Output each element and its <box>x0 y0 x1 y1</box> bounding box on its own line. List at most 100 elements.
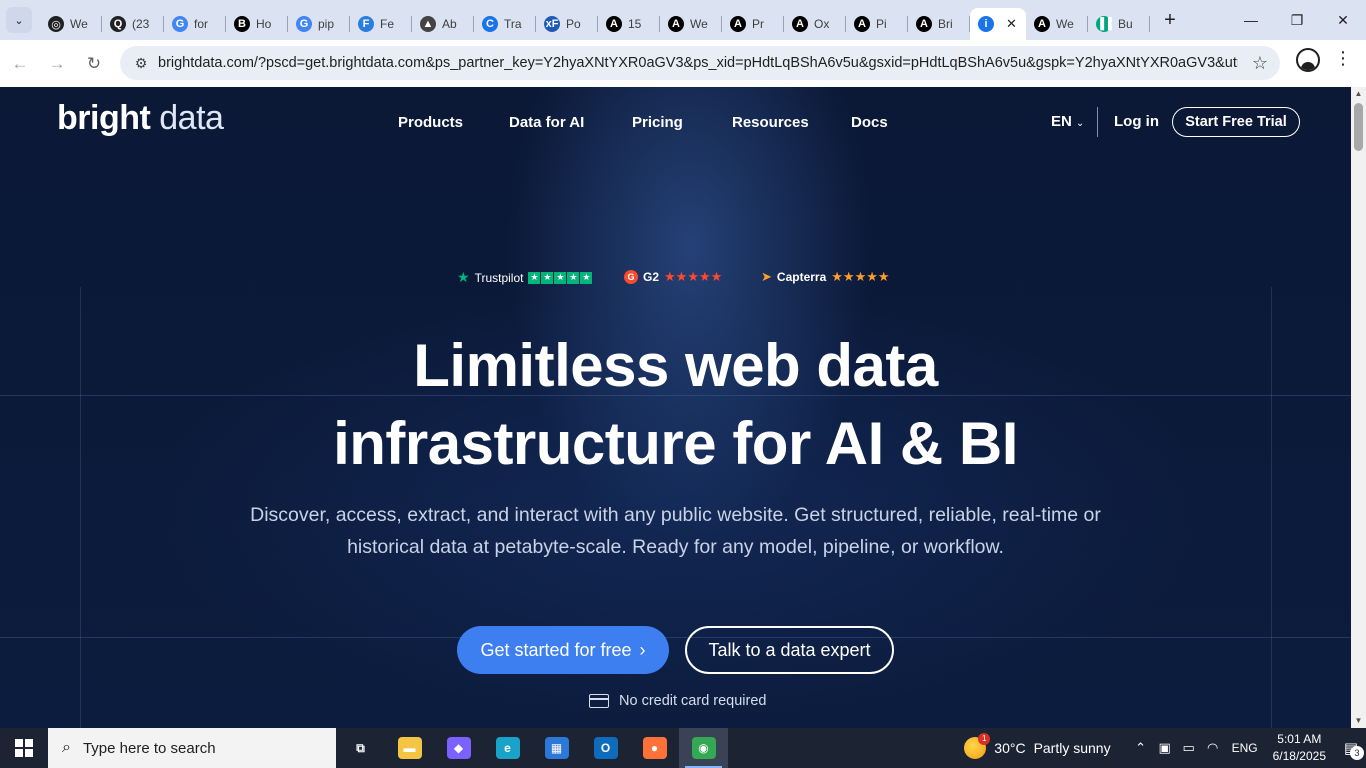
battery-icon[interactable]: ▭ <box>1177 740 1201 756</box>
login-link[interactable]: Log in <box>1114 113 1159 130</box>
scroll-up-icon[interactable]: ▲ <box>1351 87 1366 101</box>
tab[interactable]: A Bri <box>908 8 970 40</box>
copilot-icon: ◆ <box>446 737 471 759</box>
taskbar-app[interactable]: ▦ <box>532 728 581 768</box>
task-view-icon: ⧉ <box>356 740 365 755</box>
brightdata-logo[interactable]: bright data <box>57 99 224 138</box>
tab[interactable]: A 15 <box>598 8 660 40</box>
profile-icon[interactable] <box>1296 48 1320 72</box>
bi-icon: B <box>234 16 250 32</box>
tab[interactable]: F Fe <box>350 8 412 40</box>
google-icon: G <box>172 16 188 32</box>
tab[interactable]: A We <box>1026 8 1088 40</box>
info-icon: i <box>978 16 994 32</box>
tab[interactable]: A We <box>660 8 722 40</box>
tab[interactable]: ◎ We <box>40 8 102 40</box>
hero-subtitle: Discover, access, extract, and interact … <box>250 504 1101 558</box>
reload-button[interactable]: ↻ <box>77 47 111 81</box>
reload-icon: ↻ <box>86 53 102 73</box>
nav-resources[interactable]: Resources <box>732 114 809 131</box>
trustpilot-rating[interactable]: ★ Trustpilot ★ ★ ★ ★ ★ <box>457 269 593 286</box>
talk-to-expert-button[interactable]: Talk to a data expert <box>685 626 894 674</box>
taskbar: ⌕ Type here to search ⧉ ▬ ◆ e ▦ O ● ◉ 1 30°C Pa… <box>0 728 1366 768</box>
scroll-thumb[interactable] <box>1354 103 1363 151</box>
restore-icon: ❐ <box>1290 11 1304 28</box>
tab[interactable]: ▲ Ab <box>412 8 474 40</box>
nav-products[interactable]: Products <box>398 114 463 131</box>
minimize-icon: — <box>1244 12 1258 28</box>
taskbar-app[interactable]: ◆ <box>434 728 483 768</box>
app-icon: ▲ <box>420 16 436 32</box>
start-free-trial-button[interactable]: Start Free Trial <box>1172 107 1300 137</box>
outlook-icon: O <box>593 737 618 759</box>
tab-title: We <box>690 17 708 31</box>
tab[interactable]: A Ox <box>784 8 846 40</box>
tab[interactable]: Gpip <box>288 8 350 40</box>
clock[interactable]: 5:01 AM 6/18/2025 <box>1273 731 1326 765</box>
plus-icon: + <box>1164 8 1176 31</box>
capterra-rating[interactable]: ➤ Capterra ★★★★★ <box>761 269 890 285</box>
bu-icon: ▐▐ <box>1096 16 1112 32</box>
g2-rating[interactable]: G G2 ★★★★★ <box>624 269 722 285</box>
tab[interactable]: B Ho <box>226 8 288 40</box>
tab-search-button[interactable]: ⌄ <box>6 7 32 33</box>
window-controls: — ❐ ✕ <box>1228 0 1366 40</box>
nav-data-for-ai[interactable]: Data for AI <box>509 114 584 131</box>
firefox-icon: ● <box>642 737 667 759</box>
no-credit-card-note: No credit card required <box>589 693 767 709</box>
language-selector[interactable]: EN ⌄ <box>1051 113 1084 130</box>
browser-toolbar: ← → ↻ ⚙ brightdata.com/?pscd=get.brightd… <box>0 40 1366 87</box>
tab[interactable]: C Tra <box>474 8 536 40</box>
notification-center-button[interactable]: ▤ 3 <box>1336 728 1366 768</box>
tab-strip: ⌄ ◎ We Q (23 Gfor B Ho Gpip F Fe ▲ Ab C Tra xF Po A 15 A We… <box>0 0 1366 40</box>
bookmark-star-icon[interactable]: ☆ <box>1252 53 1268 74</box>
site-info-icon[interactable]: ⚙ <box>126 55 156 72</box>
taskbar-app[interactable]: ⧉ <box>336 728 385 768</box>
tab[interactable]: xF Po <box>536 8 598 40</box>
a-icon: A <box>854 16 870 32</box>
url-text[interactable]: brightdata.com/?pscd=get.brightdata.com&… <box>158 55 1238 71</box>
weather-widget[interactable]: 1 30°C Partly sunny <box>964 733 1111 759</box>
trustpilot-star-icon: ★ <box>457 269 470 285</box>
tab-title: We <box>70 17 88 31</box>
taskbar-app[interactable]: ◉ <box>679 728 728 768</box>
meet-now-icon[interactable]: ▣ <box>1153 740 1177 756</box>
tab[interactable]: A Pi <box>846 8 908 40</box>
page-scrollbar[interactable]: ▲ ▼ <box>1351 87 1366 728</box>
tab[interactable]: ▐▐ Bu <box>1088 8 1150 40</box>
browser-menu-icon[interactable]: ⋮ <box>1334 49 1352 67</box>
tab[interactable]: Q (23 <box>102 8 164 40</box>
back-arrow-icon: ← <box>11 53 29 73</box>
tab-title: We <box>1056 17 1074 31</box>
restore-button[interactable]: ❐ <box>1274 0 1320 40</box>
close-tab-icon[interactable]: ✕ <box>1006 16 1017 32</box>
forward-button[interactable]: → <box>40 47 74 81</box>
taskbar-app[interactable]: O <box>581 728 630 768</box>
nav-pricing[interactable]: Pricing <box>632 114 683 131</box>
wifi-icon[interactable]: ◠ <box>1201 740 1225 756</box>
input-language[interactable]: ENG <box>1225 741 1265 755</box>
start-button[interactable] <box>0 728 48 768</box>
chrome-icon: ◉ <box>691 737 716 759</box>
get-started-button[interactable]: Get started for free › <box>457 626 669 674</box>
tab-active[interactable]: i ✕ <box>970 8 1026 40</box>
tab[interactable]: Gfor <box>164 8 226 40</box>
chevron-up-icon[interactable]: ⌃ <box>1129 740 1153 756</box>
tab-title: Bu <box>1118 17 1133 31</box>
address-bar[interactable]: ⚙ brightdata.com/?pscd=get.brightdata.co… <box>120 46 1280 80</box>
a-icon: A <box>606 16 622 32</box>
taskbar-app[interactable]: ● <box>630 728 679 768</box>
tab[interactable]: A Pr <box>722 8 784 40</box>
windows-logo-icon <box>15 739 33 757</box>
new-tab-button[interactable]: + <box>1156 6 1184 34</box>
taskbar-app[interactable]: ▬ <box>385 728 434 768</box>
chevron-down-icon: ⌄ <box>14 14 24 27</box>
taskbar-search[interactable]: ⌕ Type here to search <box>48 728 336 768</box>
taskbar-app[interactable]: e <box>483 728 532 768</box>
minimize-button[interactable]: — <box>1228 0 1274 40</box>
back-button[interactable]: ← <box>3 47 37 81</box>
ratings-row: ★ Trustpilot ★ ★ ★ ★ ★ G G2 ★★★★★ ➤ Capterra… <box>0 269 1351 289</box>
nav-docs[interactable]: Docs <box>851 114 888 131</box>
close-window-button[interactable]: ✕ <box>1320 0 1366 40</box>
scroll-down-icon[interactable]: ▼ <box>1351 714 1366 728</box>
